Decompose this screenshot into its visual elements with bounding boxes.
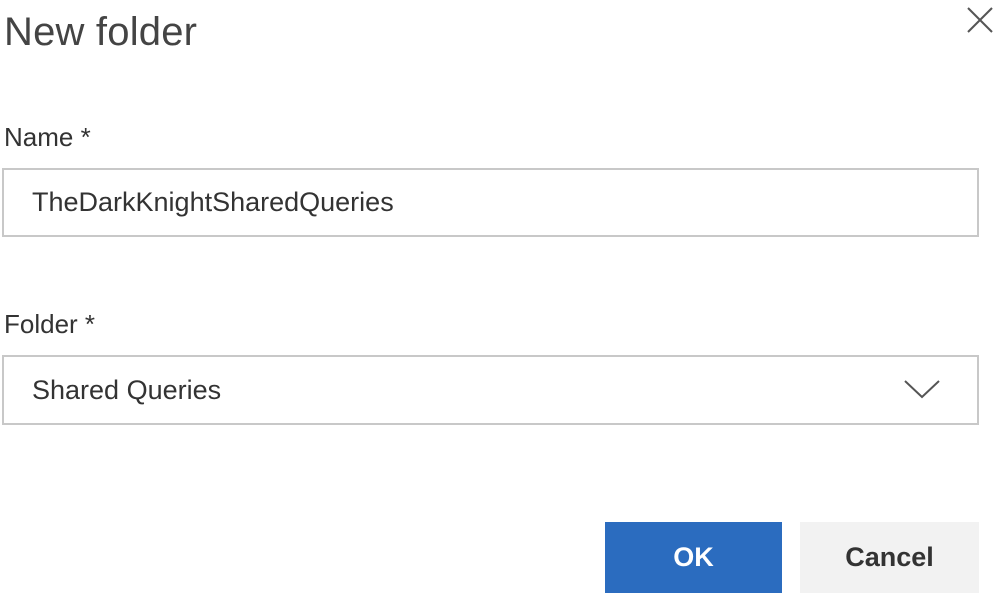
cancel-button[interactable]: Cancel [800,522,979,593]
folder-select[interactable]: Shared Queries [2,355,979,425]
dialog-title: New folder [4,10,198,54]
close-button[interactable] [960,2,996,38]
folder-select-value: Shared Queries [32,375,222,405]
name-label: Name * [4,122,91,152]
new-folder-dialog: New folder Name * Folder * Shared Querie… [0,0,1000,597]
close-icon [967,7,993,33]
chevron-down-icon [902,377,942,401]
name-input[interactable] [2,168,979,237]
folder-label: Folder * [4,309,96,339]
ok-button[interactable]: OK [605,522,782,593]
